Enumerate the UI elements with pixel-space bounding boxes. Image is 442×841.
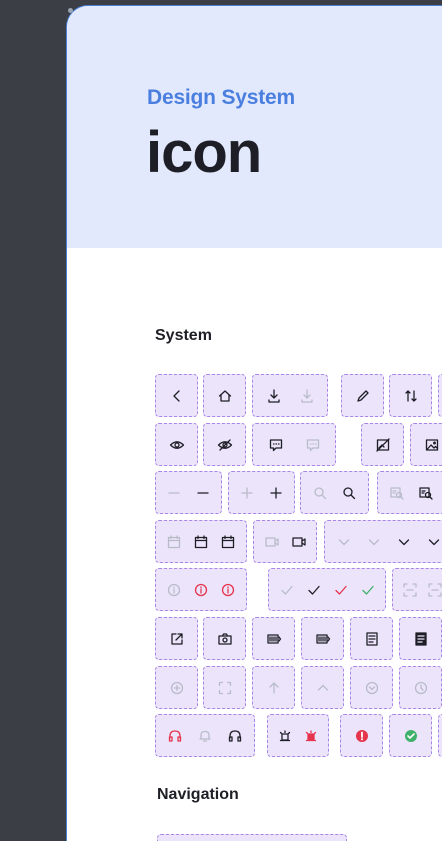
comment-icon <box>305 437 321 453</box>
artboard-frame: Design System icon System Navigation <box>66 5 442 841</box>
headset-icon <box>167 728 183 744</box>
icon-variant-group[interactable] <box>228 471 295 514</box>
video-icon <box>291 534 307 550</box>
sort-icon <box>403 388 419 404</box>
scan-icon <box>427 582 442 598</box>
external-link-icon <box>169 631 185 647</box>
icon-variant-group[interactable] <box>377 471 442 514</box>
icon-variant-group[interactable] <box>155 423 198 466</box>
siren-icon <box>303 728 319 744</box>
document-icon <box>364 631 380 647</box>
icon-variant-group[interactable] <box>203 374 246 417</box>
chevron-down-circle-icon <box>364 680 380 696</box>
search-icon <box>341 485 357 501</box>
search-icon <box>312 485 328 501</box>
icon-variant-group[interactable] <box>301 617 344 660</box>
download-icon <box>266 388 282 404</box>
image-icon <box>424 437 440 453</box>
minus-icon <box>195 485 211 501</box>
icon-variant-group[interactable] <box>438 714 442 757</box>
chevron-down-icon <box>396 534 412 550</box>
chevron-left-icon <box>169 388 185 404</box>
icon-variant-group[interactable] <box>410 423 442 466</box>
error-icon <box>354 728 370 744</box>
chevron-down-icon <box>426 534 442 550</box>
icon-variant-group[interactable] <box>399 617 442 660</box>
info-icon <box>166 582 182 598</box>
siren-icon <box>277 728 293 744</box>
plus-icon <box>239 485 255 501</box>
icon-variant-group[interactable] <box>252 666 295 709</box>
search-doc-icon <box>389 485 405 501</box>
icon-variant-group[interactable] <box>203 666 246 709</box>
calendar-icon <box>193 534 209 550</box>
icon-variant-group[interactable] <box>268 568 386 611</box>
icon-variant-group[interactable] <box>350 666 393 709</box>
icon-variant-group[interactable] <box>203 617 246 660</box>
icon-variant-group[interactable] <box>155 520 247 563</box>
icon-variant-group[interactable] <box>392 568 442 611</box>
icon-variant-group[interactable] <box>252 617 295 660</box>
corner-handle <box>68 8 73 13</box>
icon-variant-group[interactable] <box>253 520 317 563</box>
check-icon <box>306 582 322 598</box>
fullscreen-icon <box>217 680 233 696</box>
info-icon <box>193 582 209 598</box>
icon-variant-group[interactable] <box>399 666 442 709</box>
calendar-icon <box>166 534 182 550</box>
icon-variant-group[interactable] <box>389 714 432 757</box>
icon-variant-group[interactable] <box>361 423 404 466</box>
icon-variant-group[interactable] <box>389 374 432 417</box>
barcode-icon <box>315 631 331 647</box>
check-icon <box>360 582 376 598</box>
chevron-down-icon <box>366 534 382 550</box>
chevron-down-icon <box>336 534 352 550</box>
success-icon <box>403 728 419 744</box>
video-icon <box>264 534 280 550</box>
scan-icon <box>402 582 418 598</box>
icon-variant-group[interactable] <box>252 374 328 417</box>
navigation-icon-group[interactable] <box>157 834 347 841</box>
icon-variant-group[interactable] <box>438 374 442 417</box>
check-icon <box>279 582 295 598</box>
headset-icon <box>227 728 243 744</box>
icon-variant-group[interactable] <box>340 714 383 757</box>
icon-variant-group[interactable] <box>301 666 344 709</box>
icon-variant-group[interactable] <box>155 617 198 660</box>
icon-variant-group[interactable] <box>350 617 393 660</box>
add-circle-icon <box>169 680 185 696</box>
barcode-icon <box>266 631 282 647</box>
arrow-up-icon <box>266 680 282 696</box>
camera-icon <box>217 631 233 647</box>
icon-variant-group[interactable] <box>155 666 198 709</box>
bell-icon <box>197 728 213 744</box>
chevron-up-icon <box>315 680 331 696</box>
view-icon <box>169 437 185 453</box>
icon-variant-group[interactable] <box>155 568 247 611</box>
calendar-icon <box>220 534 236 550</box>
icon-variant-group[interactable] <box>252 423 336 466</box>
icon-variant-group[interactable] <box>267 714 329 757</box>
hide-icon <box>217 437 233 453</box>
check-icon <box>333 582 349 598</box>
download-icon <box>299 388 315 404</box>
comment-icon <box>268 437 284 453</box>
edit-icon <box>355 388 371 404</box>
search-doc-icon <box>418 485 434 501</box>
icon-variant-group[interactable] <box>324 520 442 563</box>
clock-icon <box>413 680 429 696</box>
image-off-icon <box>375 437 391 453</box>
icon-variant-group[interactable] <box>300 471 369 514</box>
plus-icon <box>268 485 284 501</box>
home-icon <box>217 388 233 404</box>
icon-variant-group[interactable] <box>341 374 384 417</box>
minus-icon <box>166 485 182 501</box>
icon-variant-group[interactable] <box>203 423 246 466</box>
document-icon <box>413 631 429 647</box>
icon-variant-group[interactable] <box>155 714 255 757</box>
icon-variant-group[interactable] <box>155 471 222 514</box>
icon-grid <box>67 6 442 841</box>
info-icon <box>220 582 236 598</box>
icon-variant-group[interactable] <box>155 374 198 417</box>
